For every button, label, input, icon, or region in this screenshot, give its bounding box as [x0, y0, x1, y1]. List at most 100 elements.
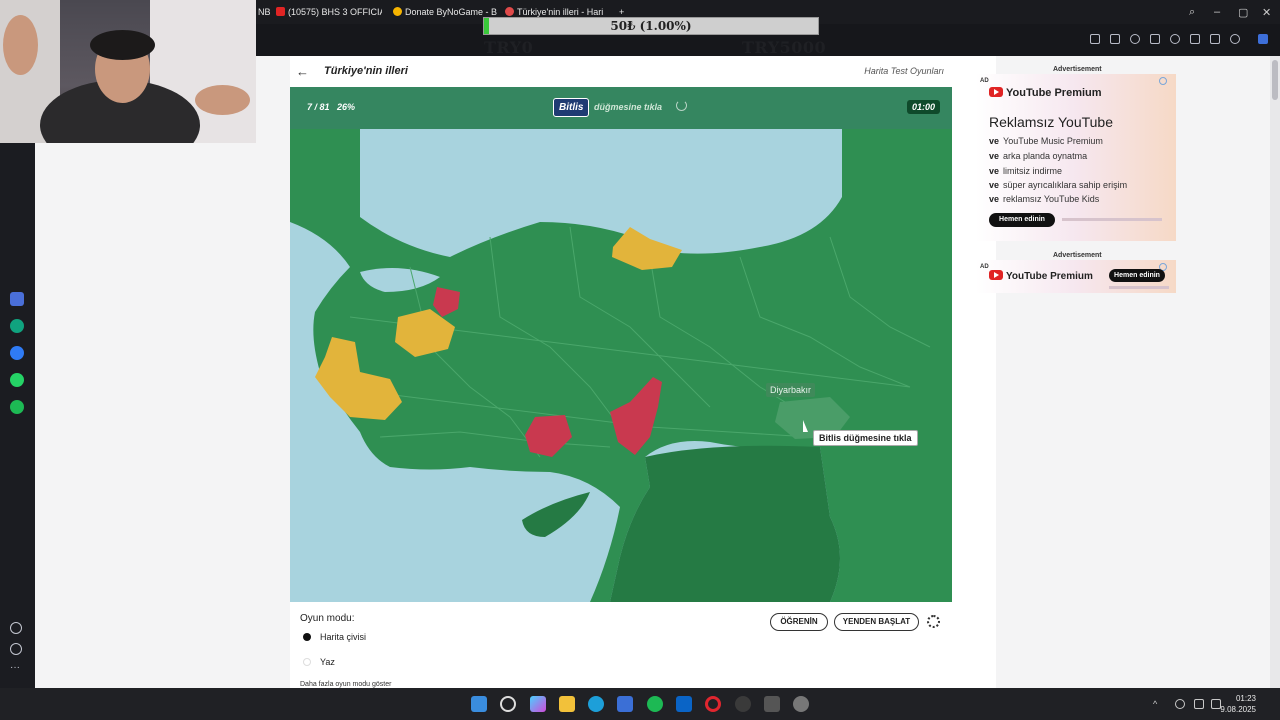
ad-label-2: Advertisement	[1053, 252, 1102, 259]
refresh-icon[interactable]	[676, 100, 687, 111]
tab-1[interactable]: NB	[258, 5, 270, 19]
game-timer: 01:00	[906, 100, 940, 114]
ad-tag: AD	[980, 78, 989, 84]
spotify-icon[interactable]	[10, 400, 24, 414]
sidebar-heart-icon[interactable]	[10, 622, 22, 634]
ad-banner-small[interactable]: AD YouTube Premium Hemen edinin	[976, 260, 1176, 293]
restart-button[interactable]: YENDEN BAŞLAT	[834, 613, 919, 631]
settings-icon[interactable]	[793, 696, 809, 712]
start-icon[interactable]	[471, 696, 487, 712]
opera-icon[interactable]	[705, 696, 721, 712]
youtube-premium-logo: YouTube Premium	[989, 87, 1102, 99]
webcam-hand	[3, 15, 38, 75]
chatgpt-icon[interactable]	[10, 319, 24, 333]
whatsapp-icon[interactable]	[10, 373, 24, 387]
ad-feature-text: reklamsız YouTube Kids	[1003, 194, 1100, 204]
site-link[interactable]: Harita Test Oyunları	[864, 66, 944, 76]
ad-feature-prefix: ve	[989, 151, 1000, 161]
mode-type-label[interactable]: Yaz	[320, 657, 335, 667]
history-icon[interactable]	[10, 643, 22, 655]
menu-icon[interactable]	[1210, 34, 1220, 44]
more-options-icon[interactable]: ···	[10, 663, 22, 676]
mode-radio-pin[interactable]	[303, 633, 311, 641]
donation-max-label: TRY5000	[742, 38, 827, 57]
learn-button[interactable]: ÖĞRENİN	[770, 613, 828, 631]
turkey-map[interactable]: 7 / 81 26% Bitlis düğmesine tıkla 01:00 …	[290, 87, 952, 602]
webcam-arm	[195, 85, 250, 115]
tab-donate-label: Donate ByNoGame - BNG	[405, 7, 497, 17]
sidebar-app-icon[interactable]	[10, 292, 24, 306]
ad-feature: ve limitsiz indirme	[989, 166, 1062, 176]
heart-icon[interactable]	[1170, 34, 1180, 44]
more-modes-link[interactable]: Daha fazla oyun modu göster	[300, 681, 391, 688]
target-province: Bitlis	[553, 98, 590, 117]
extension-icon[interactable]	[1258, 34, 1268, 44]
vivaldi-icon[interactable]	[764, 696, 780, 712]
cyprus	[522, 492, 590, 537]
ad-feature: ve arka planda oynatma	[989, 151, 1087, 161]
youtube-play-icon	[989, 270, 1003, 280]
windows-taskbar: ^ 01:23 9.08.2025	[0, 688, 1280, 720]
location-pin-icon	[505, 7, 514, 16]
mode-pin-label[interactable]: Harita çivisi	[320, 632, 366, 642]
youtube-play-icon	[989, 87, 1003, 97]
ad-tag-small: AD	[980, 264, 989, 270]
webcam-headset	[90, 30, 155, 60]
copilot-icon[interactable]	[530, 696, 546, 712]
close-icon[interactable]: ✕	[1262, 6, 1271, 19]
hover-province-label: Diyarbakır	[766, 383, 816, 397]
mode-radio-type[interactable]	[303, 658, 311, 666]
back-arrow-icon[interactable]: ←	[296, 64, 309, 79]
gear-icon[interactable]	[927, 615, 940, 628]
outlook-icon[interactable]	[676, 696, 692, 712]
tab-youtube[interactable]: (10575) BHS 3 OFFICIAL I	[276, 5, 382, 19]
obs-icon[interactable]	[735, 696, 751, 712]
messenger-icon[interactable]	[10, 346, 24, 360]
ad-feature-text: limitsiz indirme	[1003, 166, 1063, 176]
percent-value: 26%	[337, 102, 356, 112]
ad-cta-button[interactable]: Hemen edinin	[989, 213, 1055, 227]
ad-label-1: Advertisement	[1053, 66, 1102, 73]
ad-feature-text: YouTube Music Premium	[1003, 136, 1103, 146]
ad-brand: YouTube Premium	[1006, 87, 1102, 99]
tab-1-label: NB	[258, 7, 270, 17]
ad-banner-large[interactable]: AD YouTube Premium Reklamsız YouTube ve Y…	[976, 74, 1176, 241]
maximize-icon[interactable]: ▢	[1238, 6, 1248, 19]
ad-feature-prefix: ve	[989, 166, 1000, 176]
network-icon[interactable]	[1194, 699, 1204, 709]
tab-youtube-label: (10575) BHS 3 OFFICIAL I	[288, 7, 382, 17]
file-explorer-icon[interactable]	[559, 696, 575, 712]
system-clock[interactable]: 01:23 9.08.2025	[1220, 693, 1256, 715]
ad-feature-prefix: ve	[989, 136, 1000, 146]
target-instruction: düğmesine tıkla	[594, 102, 663, 112]
score-counter: 7 / 81 26%	[307, 102, 355, 112]
spotify-taskbar-icon[interactable]	[647, 696, 663, 712]
tab-donate[interactable]: Donate ByNoGame - BNG	[393, 5, 497, 19]
donation-min-label: TRY0	[484, 38, 534, 57]
page-scrollbar[interactable]	[1270, 56, 1280, 688]
search-tabs-icon[interactable]: ⌕	[1189, 6, 1195, 19]
map-svg[interactable]	[290, 87, 952, 602]
play-icon[interactable]	[1150, 34, 1160, 44]
clock-date: 9.08.2025	[1220, 705, 1256, 714]
ad-brand-small: YouTube Premium	[1006, 271, 1093, 282]
minimize-icon[interactable]: –	[1214, 6, 1220, 18]
profile-icon[interactable]	[1230, 34, 1240, 44]
cursor-tooltip: Bitlis düğmesine tıkla	[813, 430, 918, 446]
mouse-cursor-icon	[803, 420, 808, 432]
search-icon[interactable]	[500, 696, 516, 712]
map-topbar: 7 / 81 26% Bitlis düğmesine tıkla 01:00	[290, 87, 952, 129]
store-icon[interactable]	[617, 696, 633, 712]
snapshot-icon[interactable]	[1090, 34, 1100, 44]
download-icon[interactable]	[1190, 34, 1200, 44]
tray-expand-icon[interactable]: ^	[1153, 699, 1163, 709]
ad-cta-button-small[interactable]: Hemen edinin	[1109, 269, 1165, 282]
webcam-feed	[0, 0, 256, 143]
edge-icon[interactable]	[588, 696, 604, 712]
youtube-premium-logo-small: YouTube Premium	[989, 270, 1093, 282]
camera-icon[interactable]	[1110, 34, 1120, 44]
scroll-thumb[interactable]	[1272, 60, 1278, 100]
ad-info-icon[interactable]	[1159, 77, 1167, 85]
microphone-icon[interactable]	[1175, 699, 1185, 709]
shield-icon[interactable]	[1130, 34, 1140, 44]
